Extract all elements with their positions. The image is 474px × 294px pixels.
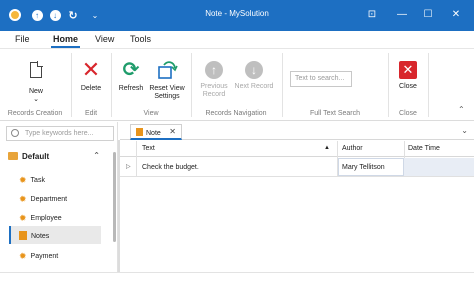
separator bbox=[71, 53, 72, 117]
delete-icon: ✕ bbox=[81, 57, 101, 82]
sidebar-scrollbar[interactable] bbox=[113, 152, 116, 242]
nav-group-label: Default bbox=[22, 152, 50, 161]
table-row[interactable]: ▷ Check the budget. Mary Tellitson bbox=[120, 158, 474, 177]
full-text-search-input[interactable]: Text to search... bbox=[290, 71, 352, 87]
gear-icon: ✹ bbox=[19, 175, 27, 185]
sidebar-item-label: Notes bbox=[31, 233, 50, 240]
cell-author[interactable]: Mary Tellitson bbox=[338, 158, 404, 176]
close-button[interactable]: ✕ Close bbox=[394, 59, 422, 91]
sidebar-item-employee[interactable]: ✹ Employee bbox=[9, 208, 101, 226]
delete-label: Delete bbox=[80, 85, 102, 92]
arrow-up-icon: ↑ bbox=[205, 61, 223, 79]
search-icon bbox=[11, 129, 19, 137]
gear-icon: ✹ bbox=[19, 251, 27, 261]
new-button[interactable]: New ⌄ bbox=[22, 59, 50, 104]
ribbon-tabs: File Home View Tools bbox=[0, 31, 474, 49]
sort-ascending-icon: ▲ bbox=[324, 145, 330, 151]
refresh-label: Refresh bbox=[118, 85, 144, 92]
sidebar-item-label: Department bbox=[30, 196, 68, 203]
separator bbox=[388, 53, 389, 117]
group-records-creation: Records Creation bbox=[7, 110, 63, 117]
cell-date-time[interactable] bbox=[404, 158, 474, 176]
group-full-text-search: Full Text Search bbox=[309, 110, 361, 117]
previous-record-button[interactable]: ↑ Previous Record bbox=[196, 59, 232, 99]
group-view: View bbox=[143, 110, 159, 117]
notes-grid: Text ▲ Author Date Time ▷ Check the budg… bbox=[120, 141, 474, 271]
tab-view[interactable]: View bbox=[95, 34, 114, 44]
separator bbox=[111, 53, 112, 117]
reset-label-line2: Settings bbox=[154, 93, 180, 100]
search-placeholder: Type keywords here... bbox=[25, 130, 94, 137]
tab-note-label: Note bbox=[146, 130, 161, 137]
column-header-date-time[interactable]: Date Time bbox=[408, 145, 440, 152]
sidebar-item-label: Task bbox=[30, 177, 45, 184]
previous-label-line2: Record bbox=[202, 91, 226, 98]
minimize-button[interactable]: — bbox=[392, 6, 412, 24]
tab-file[interactable]: File bbox=[15, 34, 30, 44]
reset-label-line1: Reset View bbox=[149, 85, 185, 92]
ribbon: New ⌄ Records Creation ✕ Delete Edit ⟳ R… bbox=[0, 49, 474, 121]
navigation-search-input[interactable]: Type keywords here... bbox=[6, 126, 114, 141]
sidebar-item-label: Payment bbox=[30, 253, 59, 260]
next-record-button[interactable]: ↓ Next Record bbox=[232, 59, 276, 91]
collapse-ribbon-icon[interactable]: ⌃ bbox=[458, 105, 465, 114]
nav-group-default[interactable]: Default ⌃ bbox=[8, 151, 100, 161]
separator bbox=[191, 53, 192, 117]
close-icon: ✕ bbox=[399, 61, 417, 79]
settings-button[interactable]: ⊡ bbox=[362, 6, 382, 24]
close-label: Close bbox=[399, 83, 417, 90]
separator bbox=[282, 53, 283, 117]
sidebar-item-label: Employee bbox=[30, 215, 62, 222]
close-tab-icon[interactable]: ✕ bbox=[169, 127, 176, 136]
next-label: Next Record bbox=[234, 83, 274, 90]
sidebar-item-notes[interactable]: Notes bbox=[9, 226, 101, 244]
chevron-down-icon[interactable]: ⌄ bbox=[461, 126, 468, 135]
maximize-button[interactable]: ☐ bbox=[418, 6, 438, 24]
status-bar bbox=[0, 272, 474, 294]
new-label: New bbox=[28, 88, 43, 95]
reset-view-settings-button[interactable]: Reset View Settings bbox=[148, 59, 186, 101]
row-expand-icon[interactable]: ▷ bbox=[126, 163, 131, 170]
folder-icon bbox=[8, 152, 18, 160]
cell-text[interactable]: Check the budget. bbox=[142, 164, 199, 171]
chevron-down-icon: ⌄ bbox=[33, 96, 39, 103]
navigation-panel: Type keywords here... Default ⌃ ✹ Task ✹ D… bbox=[0, 122, 118, 272]
separator bbox=[428, 53, 429, 117]
document-tabs: Note ✕ ⌄ bbox=[120, 122, 474, 140]
sidebar-item-department[interactable]: ✹ Department bbox=[9, 189, 101, 207]
note-icon bbox=[19, 231, 27, 240]
gear-icon: ✹ bbox=[19, 194, 27, 204]
delete-button[interactable]: ✕ Delete bbox=[76, 59, 106, 93]
grid-header: Text ▲ Author Date Time bbox=[120, 141, 474, 157]
previous-label-line1: Previous bbox=[200, 83, 228, 90]
reset-view-icon bbox=[156, 59, 178, 81]
sidebar-item-payment[interactable]: ✹ Payment bbox=[9, 246, 101, 264]
gear-icon: ✹ bbox=[19, 213, 27, 223]
sidebar-item-task[interactable]: ✹ Task bbox=[9, 170, 101, 188]
tab-home[interactable]: Home bbox=[50, 34, 81, 48]
arrow-down-icon: ↓ bbox=[245, 61, 263, 79]
new-document-icon bbox=[25, 61, 47, 84]
tab-note[interactable]: Note ✕ bbox=[130, 124, 182, 140]
column-header-text[interactable]: Text bbox=[142, 145, 155, 152]
refresh-icon: ⟳ bbox=[122, 59, 140, 81]
close-window-button[interactable]: ✕ bbox=[446, 6, 466, 24]
tab-tools[interactable]: Tools bbox=[130, 34, 151, 44]
column-header-author[interactable]: Author bbox=[342, 145, 363, 152]
group-edit: Edit bbox=[84, 110, 98, 117]
group-close: Close bbox=[399, 110, 417, 117]
chevron-up-icon[interactable]: ⌃ bbox=[93, 151, 100, 160]
refresh-button[interactable]: ⟳ Refresh bbox=[115, 59, 147, 93]
group-records-navigation: Records Navigation bbox=[205, 110, 267, 117]
title-bar: ↑ ↓ ↻ ⌄ Note - MySolution ⊡ — ☐ ✕ bbox=[0, 0, 474, 31]
note-icon bbox=[136, 128, 143, 136]
